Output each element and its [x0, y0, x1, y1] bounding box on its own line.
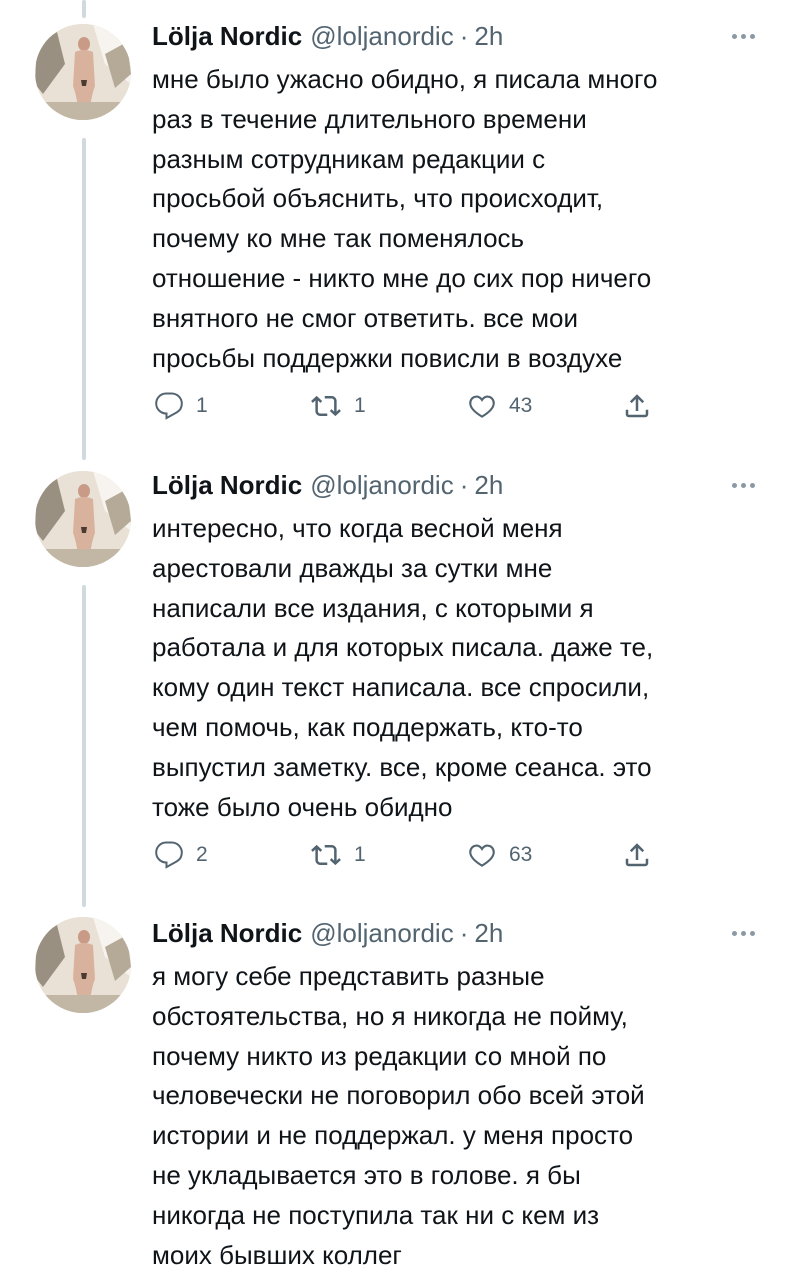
reply-icon	[155, 392, 183, 420]
retweet-icon	[311, 844, 341, 866]
avatar-photo	[35, 471, 131, 567]
share-icon	[625, 843, 649, 867]
timestamp[interactable]: 2h	[474, 915, 503, 951]
thread-line-1	[82, 138, 86, 460]
separator: ·	[459, 918, 469, 948]
author-name[interactable]: Lölja Nordic	[152, 18, 302, 54]
more-icon[interactable]	[732, 467, 755, 503]
retweet-button[interactable]: 1	[310, 386, 366, 426]
retweet-button[interactable]: 1	[310, 835, 366, 875]
avatar[interactable]	[35, 917, 131, 1013]
avatar[interactable]	[35, 471, 131, 567]
thread-line-2	[82, 585, 86, 907]
avatar-photo	[35, 24, 131, 120]
timestamp[interactable]: 2h	[474, 18, 503, 54]
reply-button[interactable]: 1	[154, 386, 208, 426]
thread-line-top	[82, 0, 86, 18]
reply-icon	[155, 841, 183, 869]
author-name[interactable]: Lölja Nordic	[152, 915, 302, 951]
tweet-header: Lölja Nordic @loljanordic · 2h	[152, 18, 755, 54]
like-button[interactable]: 63	[467, 835, 532, 875]
like-count: 63	[509, 843, 533, 866]
author-handle[interactable]: @loljanordic	[310, 915, 453, 951]
like-button[interactable]: 43	[467, 386, 532, 426]
retweet-icon	[311, 395, 341, 417]
separator: ·	[459, 21, 469, 51]
tweet-actions: 2 1 63	[152, 835, 672, 875]
tweet-actions: 1 1 43	[152, 386, 672, 426]
author-handle[interactable]: @loljanordic	[310, 467, 453, 503]
timestamp[interactable]: 2h	[474, 467, 503, 503]
retweet-count: 1	[354, 394, 366, 417]
avatar-photo	[35, 917, 131, 1013]
share-button[interactable]	[622, 386, 652, 426]
retweet-count: 1	[354, 843, 366, 866]
separator: ·	[459, 470, 469, 500]
author-name[interactable]: Lölja Nordic	[152, 467, 302, 503]
share-icon	[625, 394, 649, 418]
heart-icon	[469, 395, 495, 418]
tweet-text: мне было ужасно обидно, я писала много р…	[152, 64, 658, 373]
reply-count: 2	[196, 843, 208, 866]
tweet-text: интересно, что когда весной меня арестов…	[152, 513, 654, 822]
more-icon[interactable]	[732, 915, 755, 951]
more-icon[interactable]	[732, 18, 755, 54]
reply-count: 1	[196, 394, 208, 417]
author-handle[interactable]: @loljanordic	[310, 18, 453, 54]
reply-button[interactable]: 2	[154, 835, 208, 875]
avatar[interactable]	[35, 24, 131, 120]
tweet-header: Lölja Nordic @loljanordic · 2h	[152, 467, 755, 503]
tweet-text: я могу себе представить разные обстоятел…	[152, 961, 645, 1270]
like-count: 43	[509, 394, 533, 417]
share-button[interactable]	[622, 835, 652, 875]
tweet-header: Lölja Nordic @loljanordic · 2h	[152, 915, 755, 951]
heart-icon	[469, 844, 495, 867]
